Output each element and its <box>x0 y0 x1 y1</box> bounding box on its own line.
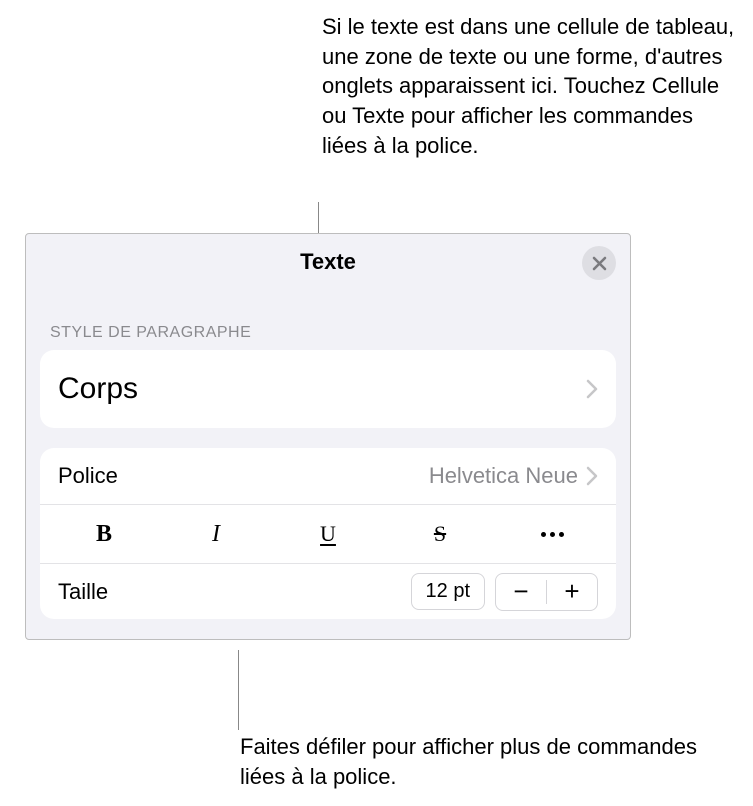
paragraph-style-value: Corps <box>58 372 138 406</box>
paragraph-style-row[interactable]: Corps <box>40 350 616 428</box>
callout-leader-line-bottom <box>238 650 239 730</box>
italic-button[interactable]: I <box>160 515 272 553</box>
font-card: Police Helvetica Neue B I U S Taille 12 … <box>40 448 616 619</box>
paragraph-style-section-label: STYLE DE PARAGRAPHE <box>50 324 606 342</box>
size-value[interactable]: 12 pt <box>411 573 485 610</box>
ellipsis-icon <box>541 532 564 537</box>
strikethrough-button[interactable]: S <box>384 515 496 553</box>
chevron-right-icon <box>586 379 598 399</box>
size-label: Taille <box>58 579 108 605</box>
close-button[interactable] <box>582 246 616 280</box>
font-label: Police <box>58 463 118 489</box>
size-stepper: − + <box>495 573 598 611</box>
format-buttons-row: B I U S <box>40 504 616 563</box>
callout-bottom: Faites défiler pour afficher plus de com… <box>240 732 710 791</box>
underline-button[interactable]: U <box>272 515 384 553</box>
plus-icon: + <box>564 576 579 607</box>
minus-icon: − <box>513 576 528 607</box>
size-decrease-button[interactable]: − <box>496 574 546 610</box>
close-icon <box>592 256 607 271</box>
more-formatting-button[interactable] <box>496 515 608 553</box>
chevron-right-icon <box>586 466 598 486</box>
panel-title: Texte <box>300 249 356 275</box>
strikethrough-icon: S <box>434 521 446 547</box>
text-format-panel: Texte STYLE DE PARAGRAPHE Corps Police H… <box>25 233 631 640</box>
panel-header: Texte <box>26 234 630 290</box>
size-row: Taille 12 pt − + <box>40 563 616 619</box>
underline-icon: U <box>320 521 336 547</box>
bold-button[interactable]: B <box>48 515 160 553</box>
font-row[interactable]: Police Helvetica Neue <box>40 448 616 504</box>
font-value: Helvetica Neue <box>429 463 578 489</box>
paragraph-style-card: Corps <box>40 350 616 428</box>
italic-icon: I <box>212 521 220 548</box>
callout-top: Si le texte est dans une cellule de tabl… <box>322 12 742 160</box>
size-increase-button[interactable]: + <box>547 574 597 610</box>
bold-icon: B <box>96 521 112 548</box>
